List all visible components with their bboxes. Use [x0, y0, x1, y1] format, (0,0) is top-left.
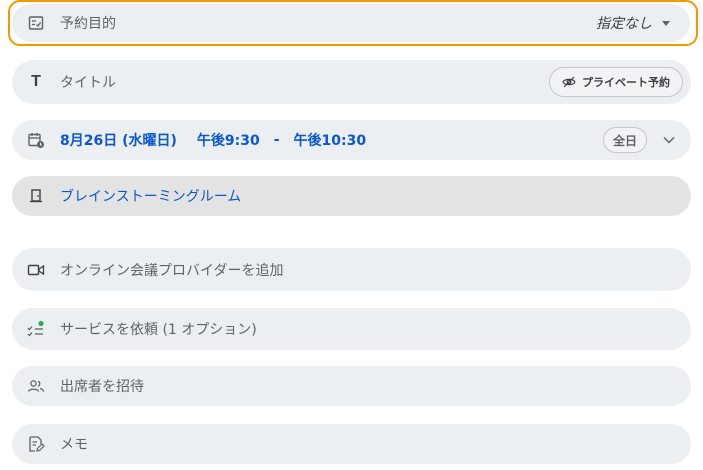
purpose-selector[interactable]: 予約目的 指定なし	[12, 4, 690, 42]
allday-toggle[interactable]: 全日	[602, 127, 647, 153]
chevron-down-icon[interactable]	[659, 130, 679, 150]
private-booking-button[interactable]: プライベート予約	[549, 67, 683, 97]
purpose-label: 予約目的	[60, 16, 116, 32]
service-request-label: サービスを依頼 (1 オプション)	[60, 322, 257, 338]
date-selector[interactable]: 8月26日 (水曜日)	[60, 130, 177, 150]
video-camera-icon	[26, 260, 46, 280]
title-placeholder: タイトル	[60, 75, 116, 91]
room-selector[interactable]: ブレインストーミングルーム	[12, 176, 691, 216]
end-time-selector[interactable]: 午後10:30	[294, 130, 367, 150]
title-field[interactable]: T タイトル プライベート予約	[12, 60, 691, 104]
caret-down-icon	[662, 20, 670, 26]
invite-guests-label: 出席者を招待	[60, 379, 144, 395]
room-name: ブレインストーミングルーム	[60, 189, 242, 205]
online-meeting-label: オンライン会議プロバイダーを追加	[60, 262, 284, 279]
note-edit-icon	[26, 434, 46, 454]
text-title-icon: T	[31, 73, 41, 90]
service-request-row[interactable]: サービスを依頼 (1 オプション)	[12, 308, 691, 350]
memo-label: メモ	[60, 437, 88, 453]
start-time-selector[interactable]: 午後9:30	[197, 130, 260, 150]
service-checklist-icon	[26, 319, 46, 339]
purpose-value: 指定なし	[596, 16, 652, 32]
checklist-note-icon	[26, 13, 46, 33]
time-separator: -	[273, 132, 280, 148]
invite-guests-row[interactable]: 出席者を招待	[12, 366, 691, 406]
people-icon	[26, 376, 46, 396]
datetime-row: 8月26日 (水曜日) 午後9:30 - 午後10:30 全日	[12, 120, 691, 160]
private-booking-label: プライベート予約	[582, 76, 670, 89]
calendar-clock-icon	[26, 130, 46, 150]
online-meeting-row[interactable]: オンライン会議プロバイダーを追加	[12, 248, 691, 291]
memo-row[interactable]: メモ	[12, 424, 691, 464]
door-icon	[26, 186, 46, 206]
eye-off-icon	[562, 75, 576, 89]
